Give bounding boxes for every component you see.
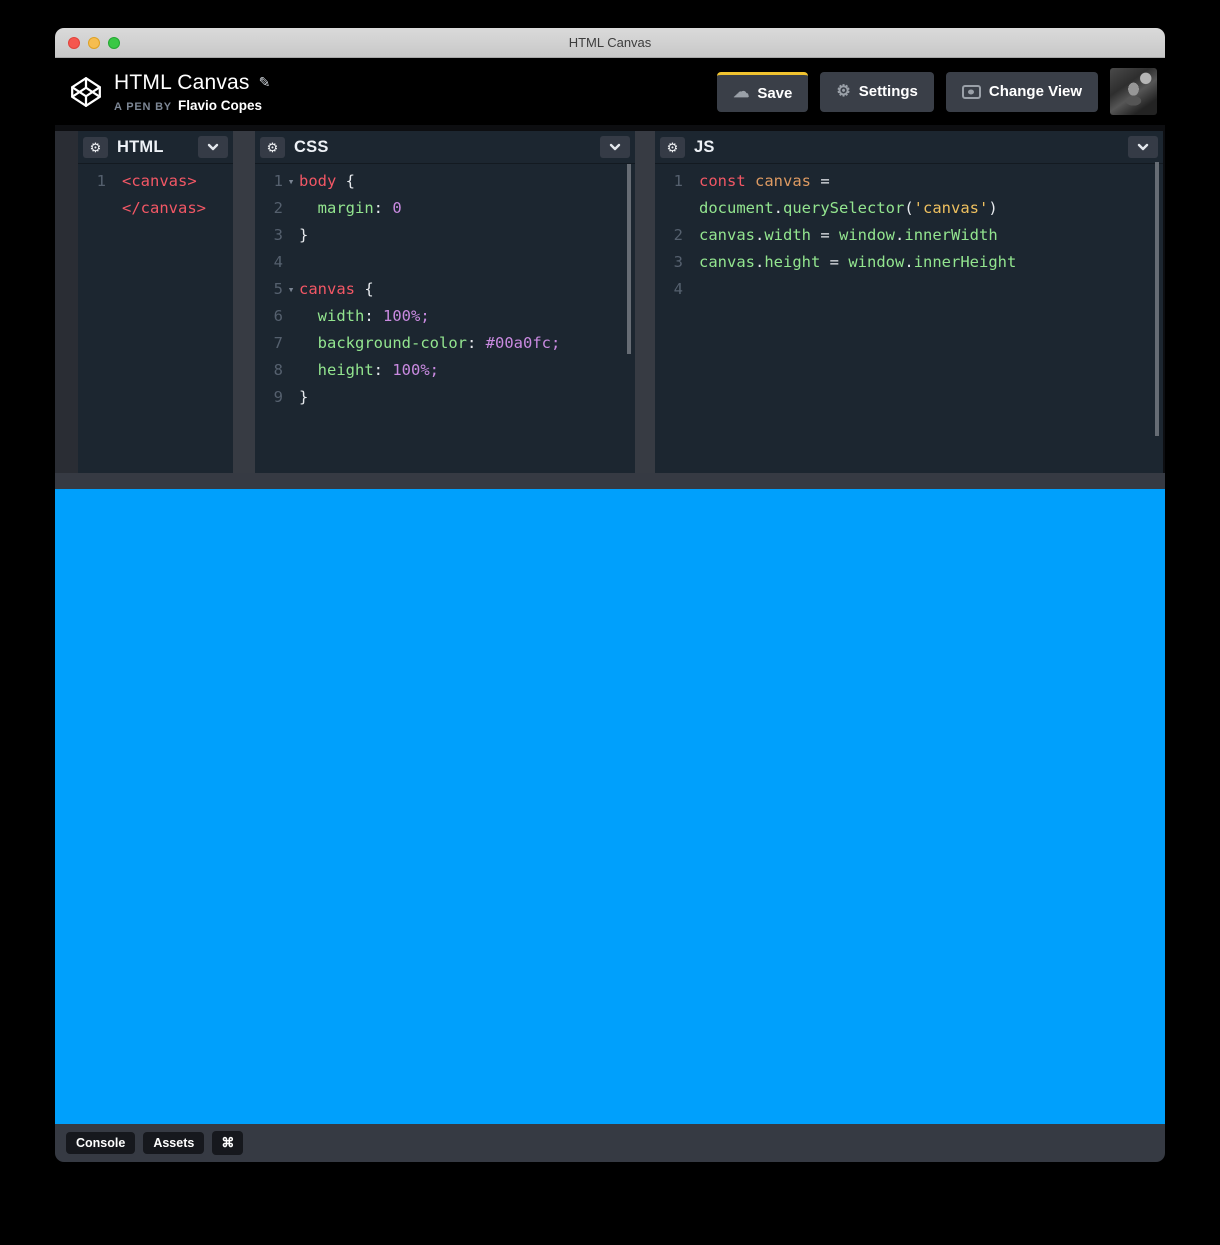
code-line: 7 background-color: #00a0fc;: [263, 330, 635, 357]
css-collapse-chevron-down-icon[interactable]: [600, 136, 630, 158]
code-line: 2canvas.width = window.innerWidth: [663, 222, 1163, 249]
css-editor-panel: ⚙ CSS 1▾body {2 margin: 03}45▾canvas {6 …: [255, 131, 635, 473]
js-settings-gear-icon[interactable]: ⚙: [660, 137, 685, 158]
settings-button[interactable]: ⚙ Settings: [820, 72, 934, 112]
code-line: 6 width: 100%;: [263, 303, 635, 330]
save-button-label: Save: [757, 85, 792, 102]
console-button[interactable]: Console: [66, 1132, 135, 1154]
editors-section: ⚙ HTML 1<canvas></canvas> ⚙ CSS 1▾body {…: [55, 125, 1165, 473]
assets-button[interactable]: Assets: [143, 1132, 204, 1154]
html-settings-gear-icon[interactable]: ⚙: [83, 137, 108, 158]
command-icon[interactable]: ⌘: [212, 1131, 243, 1155]
preview-canvas: [55, 489, 1165, 1124]
window-title: HTML Canvas: [55, 35, 1165, 50]
avatar[interactable]: [1110, 68, 1157, 115]
html-panel-header: ⚙ HTML: [78, 131, 233, 163]
change-view-button[interactable]: Change View: [946, 72, 1098, 112]
code-line: 3}: [263, 222, 635, 249]
codepen-header: HTML Canvas ✎ A PEN BY Flavio Copes ☁ Sa…: [55, 58, 1165, 125]
code-line: 2 margin: 0: [263, 195, 635, 222]
js-editor-panel: ⚙ JS 1const canvas =document.querySelect…: [655, 131, 1163, 473]
css-editor-scrollbar[interactable]: [627, 164, 631, 354]
panel-resize-gutter[interactable]: [635, 131, 655, 473]
edit-pencil-icon[interactable]: ✎: [259, 74, 271, 91]
byline-prefix: A PEN BY: [114, 101, 172, 113]
editors-left-gutter: [55, 131, 78, 473]
view-eye-icon: [962, 85, 981, 99]
js-panel-label: JS: [694, 138, 715, 157]
byline-author[interactable]: Flavio Copes: [178, 98, 262, 113]
byline: A PEN BY Flavio Copes: [114, 98, 270, 113]
js-panel-header: ⚙ JS: [655, 131, 1163, 163]
settings-button-label: Settings: [859, 83, 918, 100]
save-button[interactable]: ☁ Save: [717, 72, 808, 112]
js-collapse-chevron-down-icon[interactable]: [1128, 136, 1158, 158]
css-settings-gear-icon[interactable]: ⚙: [260, 137, 285, 158]
html-panel-label: HTML: [117, 138, 164, 157]
code-line: 9}: [263, 384, 635, 411]
css-panel-header: ⚙ CSS: [255, 131, 635, 163]
css-panel-label: CSS: [294, 138, 329, 157]
code-line: </canvas>: [86, 195, 233, 222]
preview-resize-gutter[interactable]: [55, 473, 1165, 489]
app-window: HTML Canvas HTML Canvas ✎ A PEN BY Flavi…: [55, 28, 1165, 1162]
editors-right-gutter: [1163, 131, 1165, 473]
code-line: 5▾canvas {: [263, 276, 635, 303]
change-view-button-label: Change View: [989, 83, 1082, 100]
codepen-logo-icon: [69, 75, 103, 109]
panel-resize-gutter[interactable]: [233, 131, 255, 473]
code-line: 4: [263, 249, 635, 276]
cloud-icon: ☁: [733, 85, 749, 101]
css-code-editor[interactable]: 1▾body {2 margin: 03}45▾canvas {6 width:…: [255, 163, 635, 473]
footer-bar: Console Assets ⌘: [55, 1124, 1165, 1162]
code-line: document.querySelector('canvas'): [663, 195, 1163, 222]
titlebar: HTML Canvas: [55, 28, 1165, 58]
js-editor-scrollbar[interactable]: [1155, 162, 1159, 436]
pen-title: HTML Canvas: [114, 71, 250, 95]
html-editor-panel: ⚙ HTML 1<canvas></canvas>: [78, 131, 233, 473]
js-code-editor[interactable]: 1const canvas =document.querySelector('c…: [655, 163, 1163, 473]
gear-icon: ⚙: [836, 84, 850, 100]
code-line: 3canvas.height = window.innerHeight: [663, 249, 1163, 276]
code-line: 1▾body {: [263, 168, 635, 195]
code-line: 8 height: 100%;: [263, 357, 635, 384]
code-line: 4: [663, 276, 1163, 303]
code-line: 1const canvas =: [663, 168, 1163, 195]
code-line: 1<canvas>: [86, 168, 233, 195]
html-code-editor[interactable]: 1<canvas></canvas>: [78, 163, 233, 473]
html-collapse-chevron-down-icon[interactable]: [198, 136, 228, 158]
